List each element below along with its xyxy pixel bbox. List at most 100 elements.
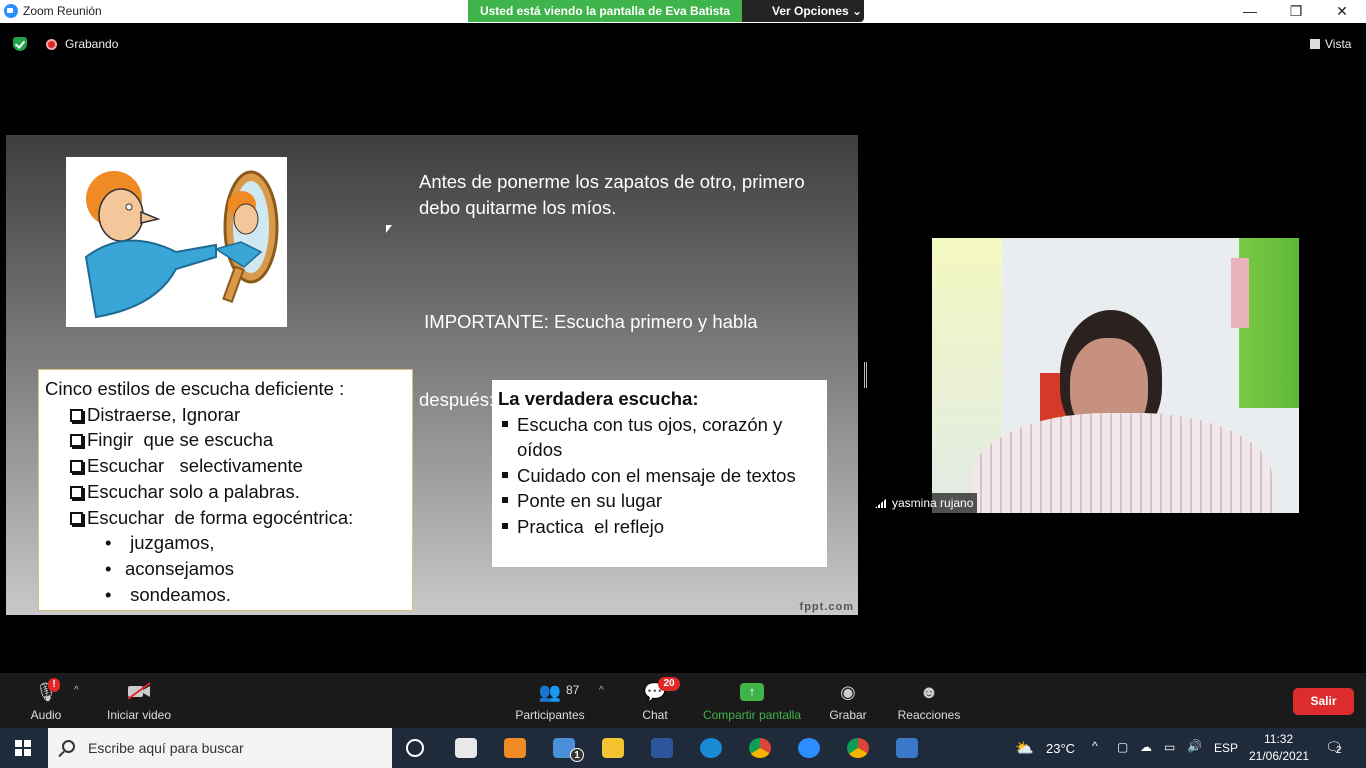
search-icon: [62, 740, 75, 753]
list-item: Escuchar selectivamente: [45, 453, 412, 479]
reactions-label: Reacciones: [897, 708, 961, 722]
edge-icon[interactable]: [700, 738, 722, 758]
zoom-taskbar-icon[interactable]: [798, 738, 820, 758]
audio-button[interactable]: 🎙 ! Audio: [22, 673, 70, 728]
panel-splitter-handle[interactable]: [864, 362, 867, 388]
search-placeholder: Escribe aquí para buscar: [88, 740, 244, 756]
windows-start-icon[interactable]: [15, 740, 31, 756]
windows-taskbar: Escribe aquí para buscar 1 ⛅ 23°C ^ ▢ ☁ …: [0, 728, 1366, 768]
video-background: [1231, 258, 1249, 328]
share-screen-icon: ↑: [740, 683, 764, 701]
sub-list-item: • sondeamos.: [45, 582, 412, 608]
volume-icon[interactable]: 🔊: [1187, 739, 1202, 753]
chrome-icon[interactable]: [749, 738, 771, 758]
quote-line-1: Antes de ponerme los zapatos de otro, pr…: [419, 171, 805, 192]
audio-label: Audio: [30, 708, 62, 722]
word-icon[interactable]: [651, 738, 673, 758]
slide-quote: Antes de ponerme los zapatos de otro, pr…: [419, 169, 805, 221]
checkbox-bullet-icon: [70, 460, 83, 474]
onedrive-icon[interactable]: ☁: [1140, 740, 1152, 754]
man-mirror-image: [84, 170, 279, 319]
participants-count: 87: [566, 683, 580, 697]
start-video-label: Iniciar video: [106, 708, 172, 722]
mouse-cursor-icon: [386, 225, 392, 233]
view-button[interactable]: Vista: [1310, 37, 1351, 51]
network-icon[interactable]: ▭: [1164, 740, 1175, 754]
reactions-icon: ☻: [919, 682, 939, 702]
clock-time[interactable]: 11:32: [1264, 732, 1293, 746]
participants-button[interactable]: 👥 87 Participantes: [512, 673, 588, 728]
signal-strength-icon: [875, 498, 887, 508]
view-options-label: Ver Opciones: [772, 4, 849, 18]
view-options-button[interactable]: Ver Opciones ⌄: [742, 0, 864, 22]
meet-now-icon[interactable]: ▢: [1117, 740, 1128, 754]
square-bullet-icon: [502, 497, 508, 503]
weather-icon[interactable]: ⛅: [1015, 739, 1034, 757]
bullet-icon: •: [105, 532, 112, 554]
record-icon: ◉: [840, 682, 856, 702]
checkbox-bullet-icon: [70, 485, 83, 499]
close-button[interactable]: ✕: [1319, 0, 1365, 23]
video-off-icon: [127, 682, 151, 700]
grid-view-icon: [1310, 39, 1320, 49]
start-video-button[interactable]: Iniciar video: [102, 673, 176, 728]
participant-name-tag: yasmina rujano: [870, 493, 978, 513]
window-titlebar: Zoom Reunión Usted está viendo la pantal…: [0, 0, 1366, 23]
chevron-down-icon: ⌄: [852, 4, 863, 18]
sub-list-item: • juzgamos,: [45, 530, 412, 556]
participants-label: Participantes: [515, 708, 585, 722]
leave-button[interactable]: Salir: [1293, 688, 1354, 715]
participant-video[interactable]: [932, 238, 1299, 513]
deficient-listening-heading: Cinco estilos de escucha deficiente :: [45, 378, 345, 399]
media-player-icon[interactable]: [504, 738, 526, 758]
slide-watermark: fppt.com: [799, 601, 854, 613]
recording-label: Grabando: [65, 37, 119, 51]
list-item: Ponte en su lugar: [498, 488, 827, 514]
record-button[interactable]: ◉ Grabar: [824, 673, 872, 728]
clock-date[interactable]: 21/06/2021: [1249, 749, 1309, 763]
list-item: Fingir que se escucha: [45, 427, 412, 453]
input-language[interactable]: ESP: [1214, 741, 1238, 755]
mail-badge: 1: [570, 748, 584, 762]
restore-button[interactable]: ❐: [1273, 0, 1319, 23]
temperature[interactable]: 23°C: [1046, 741, 1075, 756]
share-screen-button[interactable]: ↑ Compartir pantalla: [700, 673, 804, 728]
square-bullet-icon: [502, 420, 508, 427]
file-explorer-icon[interactable]: [602, 738, 624, 758]
meeting-topbar: Grabando Vista: [0, 23, 1366, 63]
notifications-count: 2: [1336, 745, 1342, 756]
participant-figure: [972, 413, 1272, 513]
important-line-1: IMPORTANTE: Escucha primero y habla: [419, 311, 758, 332]
bullet-icon: •: [105, 583, 112, 605]
taskbar-search-input[interactable]: Escribe aquí para buscar: [48, 728, 392, 768]
audio-options-caret-icon[interactable]: ^: [74, 685, 79, 696]
list-item: Practica el reflejo: [498, 514, 827, 540]
share-screen-label: Compartir pantalla: [702, 708, 802, 722]
checkbox-bullet-icon: [70, 408, 83, 422]
chat-badge: 20: [658, 677, 680, 691]
list-item: Cuidado con el mensaje de textos: [498, 463, 827, 489]
view-label: Vista: [1325, 37, 1352, 51]
true-listening-box: La verdadera escucha: Escucha con tus oj…: [492, 380, 827, 567]
shared-screen-slide: Antes de ponerme los zapatos de otro, pr…: [6, 135, 858, 615]
list-item: Distraerse, Ignorar: [45, 402, 412, 428]
chrome-icon[interactable]: [847, 738, 869, 758]
list-item: Escucha con tus ojos, corazón y: [498, 412, 827, 438]
participants-options-caret-icon[interactable]: ^: [599, 685, 604, 696]
window-title: Zoom Reunión: [23, 4, 102, 18]
true-listening-heading: La verdadera escucha:: [498, 388, 699, 409]
cortana-icon[interactable]: [406, 739, 424, 757]
chat-button[interactable]: 💬 20 Chat: [630, 673, 680, 728]
participants-icon: 👥: [538, 682, 562, 702]
photos-icon[interactable]: [896, 738, 918, 758]
security-shield-icon[interactable]: [13, 37, 27, 51]
reactions-button[interactable]: ☻ Reacciones: [894, 673, 964, 728]
sub-list-item: • aconsejamos: [45, 556, 412, 582]
minimize-button[interactable]: —: [1227, 0, 1273, 23]
record-label: Grabar: [829, 708, 867, 722]
list-item: Escuchar de forma egocéntrica:: [45, 505, 412, 531]
show-hidden-icons-icon[interactable]: ^: [1092, 739, 1098, 753]
zoom-app-icon: [4, 4, 18, 18]
square-bullet-icon: [502, 522, 508, 529]
store-icon[interactable]: [455, 738, 477, 758]
